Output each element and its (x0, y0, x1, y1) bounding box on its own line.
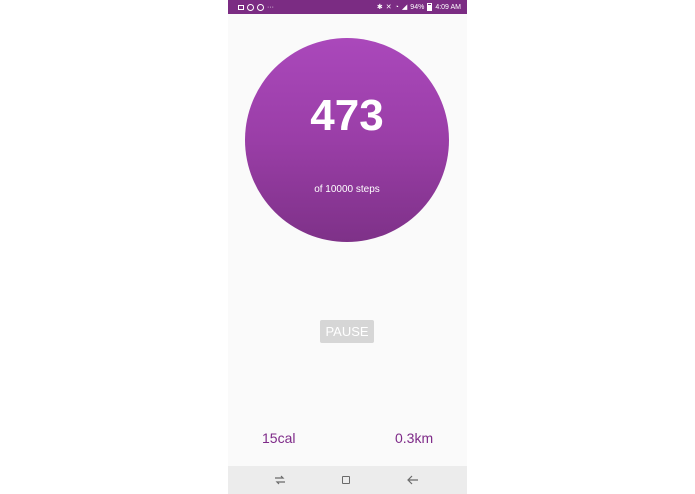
step-goal: of 10000 steps (314, 184, 380, 195)
image-icon (238, 4, 244, 10)
step-progress-circle: 473 of 10000 steps (245, 38, 449, 242)
wifi-icon: ◔ (394, 3, 399, 11)
bluetooth-icon: ✱ (376, 3, 383, 11)
battery-icon (427, 3, 433, 11)
status-system: ✱ ✕ ◔ ◢ 94% 4:09 AM (377, 3, 461, 11)
home-icon[interactable] (339, 473, 353, 487)
home-square-shape (342, 476, 350, 484)
clock: 4:09 AM (435, 3, 461, 11)
status-notifications: ··· (238, 3, 274, 11)
back-icon[interactable] (406, 473, 420, 487)
circle-icon (247, 3, 254, 11)
distance-value: 0.3km (395, 430, 434, 446)
mute-icon: ✕ (385, 3, 392, 11)
signal-icon: ◢ (401, 3, 408, 11)
pause-button[interactable]: PAUSE (320, 320, 374, 343)
phone-screen: ··· ✱ ✕ ◔ ◢ 94% 4:09 AM 473 of 10000 ste… (228, 0, 467, 494)
battery-percent: 94% (410, 3, 425, 11)
recent-apps-icon[interactable] (273, 473, 287, 487)
status-bar: ··· ✱ ✕ ◔ ◢ 94% 4:09 AM (228, 0, 467, 14)
step-count: 473 (310, 91, 384, 140)
circle-icon (257, 3, 264, 11)
overflow-dots: ··· (267, 3, 274, 11)
calories-value: 15cal (262, 430, 296, 446)
navigation-bar (228, 466, 467, 494)
